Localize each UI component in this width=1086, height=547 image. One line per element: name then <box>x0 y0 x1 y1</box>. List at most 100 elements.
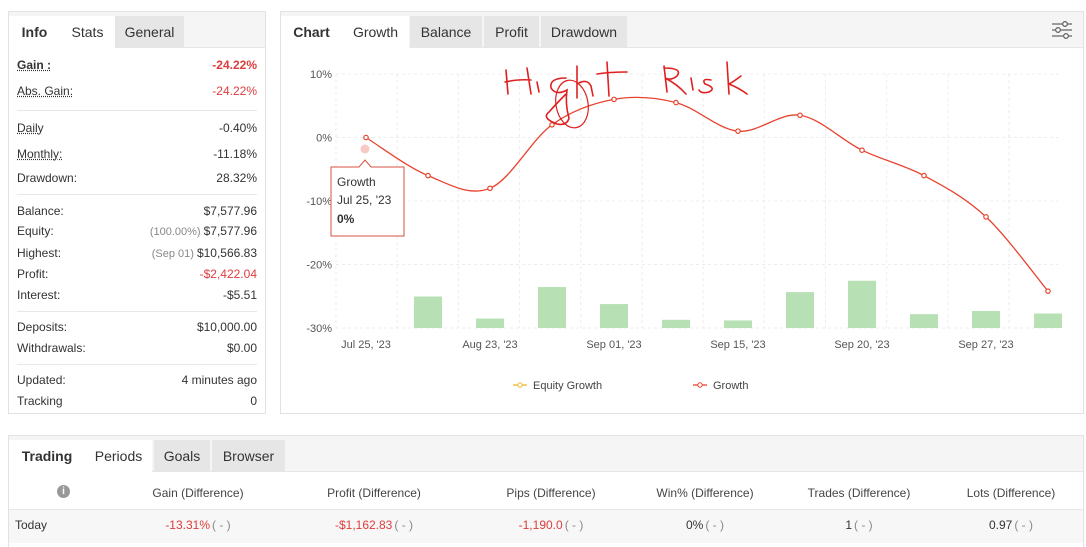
growth-points <box>363 96 1051 294</box>
updated-value: 4 minutes ago <box>181 373 257 387</box>
profit-bar <box>724 320 752 328</box>
tab-drawdown[interactable]: Drawdown <box>541 16 627 48</box>
tab-browser[interactable]: Browser <box>212 440 285 472</box>
profit-bar <box>414 296 442 328</box>
profit-row: Profit: -$2,422.04 <box>17 265 257 285</box>
highest-label: Highest: <box>17 246 62 260</box>
header-trades[interactable]: Trades (Difference) <box>784 486 934 500</box>
tab-growth[interactable]: Growth <box>342 16 409 48</box>
x-axis-labels: Jul 25, '23 Aug 23, '23 Sep 01, '23 Sep 15,… <box>341 339 1014 351</box>
x-tick-label: Sep 20, '23 <box>834 339 889 351</box>
abs-gain-label[interactable]: Abs. Gain: <box>17 84 73 98</box>
legend-growth-label: Growth <box>713 380 748 392</box>
cell-win-value: 0% <box>686 518 704 532</box>
cell-win: 0%( - ) <box>630 518 780 532</box>
growth-point <box>487 185 493 192</box>
equity-label: Equity: <box>17 224 54 238</box>
interest-row: Interest: -$5.51 <box>17 286 257 306</box>
tracking-label: Tracking <box>17 394 63 408</box>
daily-label[interactable]: Daily <box>17 121 44 135</box>
cell-lots-value: 0.97 <box>988 518 1013 532</box>
cell-profit-value: -$1,162.83 <box>334 518 393 532</box>
tooltip-title: Growth <box>337 175 376 189</box>
cell-profit-diff: ( - ) <box>394 518 414 532</box>
monthly-label[interactable]: Monthly: <box>17 147 62 161</box>
growth-point <box>921 172 927 179</box>
y-tick-label: 0% <box>316 133 332 145</box>
gain-label[interactable]: Gain : <box>17 58 51 72</box>
tab-balance[interactable]: Balance <box>410 16 482 48</box>
highest-date: (Sep 01) <box>151 248 194 260</box>
interest-value: -$5.51 <box>222 288 257 302</box>
cell-profit: -$1,162.83( - ) <box>299 518 449 532</box>
divider <box>17 311 257 312</box>
legend-growth: Growth <box>693 380 748 392</box>
header-pips[interactable]: Pips (Difference) <box>476 486 626 500</box>
tab-trading[interactable]: Trading <box>9 440 85 472</box>
tracking-value: 0 <box>250 394 257 408</box>
y-tick-label: -20% <box>306 260 332 272</box>
cell-trades-value: 1 <box>845 518 853 532</box>
cell-trades: 1( - ) <box>784 518 934 532</box>
drawdown-row: Drawdown: 28.32% <box>17 169 257 189</box>
daily-value: -0.40% <box>218 121 257 135</box>
growth-line <box>365 96 1049 292</box>
withdrawals-label: Withdrawals: <box>17 341 86 355</box>
profit-bar <box>538 287 566 328</box>
drawdown-value: 28.32% <box>216 171 257 185</box>
tooltip-value: 0% <box>337 212 355 226</box>
tab-info[interactable]: Info <box>9 16 60 48</box>
legend-equity-growth: Equity Growth <box>513 380 602 392</box>
header-gain[interactable]: Gain (Difference) <box>123 486 273 500</box>
balance-row: Balance: $7,577.96 <box>17 202 257 222</box>
header-win[interactable]: Win% (Difference) <box>630 486 780 500</box>
tab-periods[interactable]: Periods <box>85 440 152 472</box>
tab-profit[interactable]: Profit <box>484 16 539 48</box>
highest-value: $10,566.83 <box>196 246 257 260</box>
cell-win-diff: ( - ) <box>705 518 724 532</box>
cell-lots-diff: ( - ) <box>1014 518 1033 532</box>
tab-stats[interactable]: Stats <box>60 16 115 48</box>
growth-point <box>797 112 803 119</box>
info-panel: Info Stats General Gain : -24.22% Abs. G… <box>8 11 266 414</box>
equity-row: Equity: (100.00%) $7,577.96 <box>17 222 257 242</box>
header-lots[interactable]: Lots (Difference) <box>936 486 1086 500</box>
row-label: Today <box>15 518 48 532</box>
cell-gain-diff: ( - ) <box>212 518 231 532</box>
profit-bar <box>972 310 1000 328</box>
info-tabbar: Info Stats General <box>9 12 265 48</box>
profit-value: -$2,422.04 <box>199 267 257 281</box>
drawdown-label: Drawdown: <box>17 171 78 185</box>
tab-goals[interactable]: Goals <box>154 440 210 472</box>
profit-label: Profit: <box>17 267 49 281</box>
cell-lots: 0.97( - ) <box>936 518 1086 532</box>
chart-settings-icon[interactable] <box>1051 20 1073 40</box>
tab-chart[interactable]: Chart <box>281 16 342 48</box>
deposits-label: Deposits: <box>17 320 68 334</box>
periods-panel: Trading Periods Goals Browser i Gain (Di… <box>8 435 1084 547</box>
y-tick-label: -10% <box>306 196 332 208</box>
updated-label: Updated: <box>17 373 66 387</box>
growth-point <box>735 128 741 134</box>
y-tick-label: 10% <box>310 69 332 81</box>
header-profit[interactable]: Profit (Difference) <box>299 486 449 500</box>
deposits-row: Deposits: $10,000.00 <box>17 318 257 338</box>
growth-point <box>859 147 865 154</box>
growth-point <box>611 96 617 103</box>
tab-general[interactable]: General <box>115 16 184 48</box>
legend-equity-growth-label: Equity Growth <box>533 380 602 392</box>
y-axis-labels: 10% 0% -10% -20% -30% <box>306 69 332 335</box>
monthly-row: Monthly: -11.18% <box>17 145 257 165</box>
profit-bar <box>476 318 504 328</box>
profit-bar <box>786 292 814 328</box>
x-tick-label: Sep 01, '23 <box>586 339 641 351</box>
info-icon[interactable]: i <box>57 485 70 498</box>
growth-point <box>983 214 989 220</box>
profit-bar <box>662 319 690 328</box>
growth-point <box>363 134 369 141</box>
equity-percent: (100.00%) <box>149 226 201 238</box>
updated-row: Updated: 4 minutes ago <box>17 371 257 391</box>
y-tick-label: -30% <box>306 323 332 335</box>
abs-gain-value: -24.22% <box>212 84 257 98</box>
cell-trades-diff: ( - ) <box>854 518 873 532</box>
